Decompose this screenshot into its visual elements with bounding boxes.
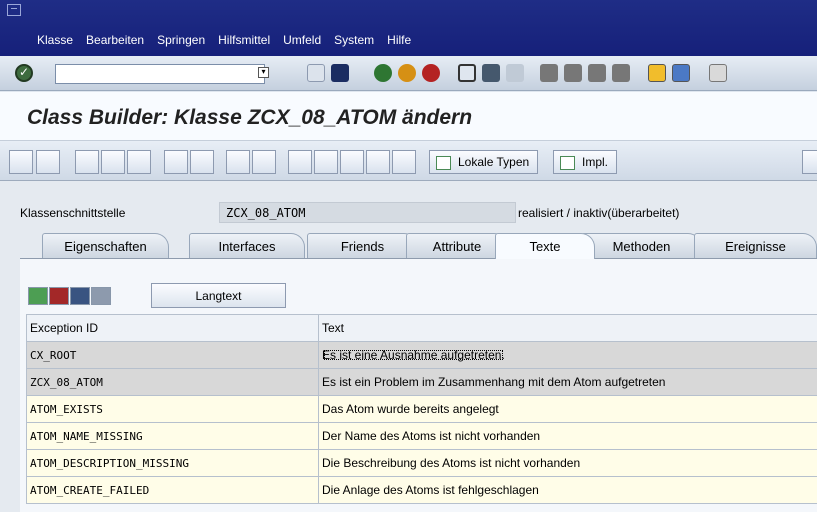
activate-icon[interactable] (101, 150, 125, 174)
shortcut-icon[interactable] (672, 64, 690, 82)
application-toolbar: Lokale Typen Impl. (0, 141, 817, 181)
table-row: CX_ROOT Es ist eine Ausnahme aufgetreten… (26, 341, 817, 369)
new-session-icon[interactable] (648, 64, 666, 82)
menu-klasse[interactable]: Klasse (37, 33, 73, 47)
back-icon[interactable] (374, 64, 392, 82)
exception-text-cell[interactable]: Der Name des Atoms ist nicht vorhanden (318, 422, 817, 450)
menu-system[interactable]: System (334, 33, 374, 47)
implementation-button[interactable]: Impl. (553, 150, 618, 174)
insert-row-icon[interactable] (28, 287, 48, 305)
exception-id-cell[interactable]: ATOM_DESCRIPTION_MISSING (26, 449, 319, 477)
back-arrow-icon[interactable] (9, 150, 33, 174)
tab-friends[interactable]: Friends (307, 233, 418, 259)
text-header[interactable]: Text (318, 314, 817, 342)
where-used-icon[interactable] (190, 150, 214, 174)
empty-tool-icon[interactable] (340, 150, 364, 174)
texts-content: Langtext Exception ID Text CX_ROOT Es is… (20, 258, 817, 512)
tab-interfaces[interactable]: Interfaces (189, 233, 305, 259)
history-icon[interactable]: ▾ (258, 67, 269, 78)
display-change-icon[interactable] (75, 150, 99, 174)
menu-springen[interactable]: Springen (157, 33, 205, 47)
exception-text-cell[interactable]: Es ist ein Problem im Zusammenhang mit d… (318, 368, 817, 396)
command-field[interactable] (55, 64, 265, 84)
print-icon[interactable] (458, 64, 476, 82)
exception-id-cell: CX_ROOT (26, 341, 319, 369)
find-icon[interactable] (482, 64, 500, 82)
find-next-in-table-icon[interactable] (91, 287, 111, 305)
filter-icon[interactable] (366, 150, 390, 174)
main-menu: Klasse Bearbeiten Springen Hilfsmittel U… (37, 33, 411, 47)
langtext-button[interactable]: Langtext (151, 283, 286, 308)
enter-icon[interactable] (15, 64, 33, 82)
previous-page-icon[interactable] (564, 64, 582, 82)
table-row: ATOM_DESCRIPTION_MISSING Die Beschreibun… (26, 449, 817, 477)
save-icon[interactable] (331, 64, 349, 82)
tab-ereignisse[interactable]: Ereignisse (694, 233, 817, 259)
overflow-icon[interactable] (802, 150, 817, 174)
table-row: ATOM_CREATE_FAILED Die Anlage des Atoms … (26, 476, 817, 504)
class-editor-panel: Klassenschnittstelle ZCX_08_ATOM realisi… (0, 181, 817, 512)
exception-id-cell[interactable]: ATOM_EXISTS (26, 395, 319, 423)
cancel-icon[interactable] (422, 64, 440, 82)
tab-attribute[interactable]: Attribute (406, 233, 508, 259)
first-page-icon[interactable] (540, 64, 558, 82)
page-title: Class Builder: Klasse ZCX_08_ATOM ändern (27, 106, 473, 129)
exception-text-cell[interactable]: Das Atom wurde bereits angelegt (318, 395, 817, 423)
table-row: ZCX_08_ATOM Es ist ein Problem im Zusamm… (26, 368, 817, 396)
exception-text-table: Exception ID Text CX_ROOT Es ist eine Au… (26, 314, 817, 504)
class-interface-label: Klassenschnittstelle (20, 206, 126, 220)
display-object-icon[interactable] (314, 150, 338, 174)
help-icon[interactable] (709, 64, 727, 82)
menu-bar: Klasse Bearbeiten Springen Hilfsmittel U… (0, 0, 817, 56)
exception-id-cell[interactable]: ATOM_CREATE_FAILED (26, 476, 319, 504)
menu-hilfsmittel[interactable]: Hilfsmittel (218, 33, 270, 47)
table-row: ATOM_NAME_MISSING Der Name des Atoms ist… (26, 422, 817, 450)
forward-arrow-icon[interactable] (36, 150, 60, 174)
title-bar: Class Builder: Klasse ZCX_08_ATOM ändern (0, 92, 817, 141)
focused-text[interactable]: Es ist eine Ausnahme aufgetreten. (322, 348, 505, 362)
exception-text-cell[interactable]: Es ist eine Ausnahme aufgetreten. (318, 341, 817, 369)
tab-methoden[interactable]: Methoden (581, 233, 702, 259)
object-list-icon[interactable] (164, 150, 188, 174)
exception-id-cell: ZCX_08_ATOM (26, 368, 319, 396)
text-table-toolbar: Langtext (28, 283, 286, 308)
table-icon[interactable] (226, 150, 250, 174)
find-in-table-icon[interactable] (70, 287, 90, 305)
exception-id-header[interactable]: Exception ID (26, 314, 319, 342)
last-page-icon[interactable] (612, 64, 630, 82)
menu-umfeld[interactable]: Umfeld (283, 33, 321, 47)
class-interface-bar: Klassenschnittstelle ZCX_08_ATOM realisi… (20, 202, 817, 224)
exception-text-cell[interactable]: Die Anlage des Atoms ist fehlgeschlagen (318, 476, 817, 504)
info-icon[interactable] (392, 150, 416, 174)
exit-icon[interactable] (398, 64, 416, 82)
tab-eigenschaften[interactable]: Eigenschaften (42, 233, 169, 259)
exception-id-cell[interactable]: ATOM_NAME_MISSING (26, 422, 319, 450)
navigation-icon[interactable] (252, 150, 276, 174)
local-types-button[interactable]: Lokale Typen (429, 150, 539, 174)
table-row: ATOM_EXISTS Das Atom wurde bereits angel… (26, 395, 817, 423)
hierarchy-icon[interactable] (288, 150, 312, 174)
next-page-icon[interactable] (588, 64, 606, 82)
table-header-row: Exception ID Text (26, 314, 817, 342)
menu-hilfe[interactable]: Hilfe (387, 33, 411, 47)
class-name-field: ZCX_08_ATOM (219, 202, 516, 223)
check-icon[interactable] (127, 150, 151, 174)
menu-bearbeiten[interactable]: Bearbeiten (86, 33, 144, 47)
find-next-icon[interactable] (506, 64, 524, 82)
class-status: realisiert / inaktiv(überarbeitet) (518, 206, 680, 220)
tab-texte[interactable]: Texte (495, 233, 595, 259)
standard-toolbar: ▾ (0, 56, 817, 91)
delete-row-icon[interactable] (49, 287, 69, 305)
class-tabs: Eigenschaften Interfaces Friends Attribu… (20, 233, 817, 259)
sap-window-icon[interactable] (7, 4, 21, 16)
exception-text-cell[interactable]: Die Beschreibung des Atoms ist nicht vor… (318, 449, 817, 477)
previous-icon[interactable] (307, 64, 325, 82)
